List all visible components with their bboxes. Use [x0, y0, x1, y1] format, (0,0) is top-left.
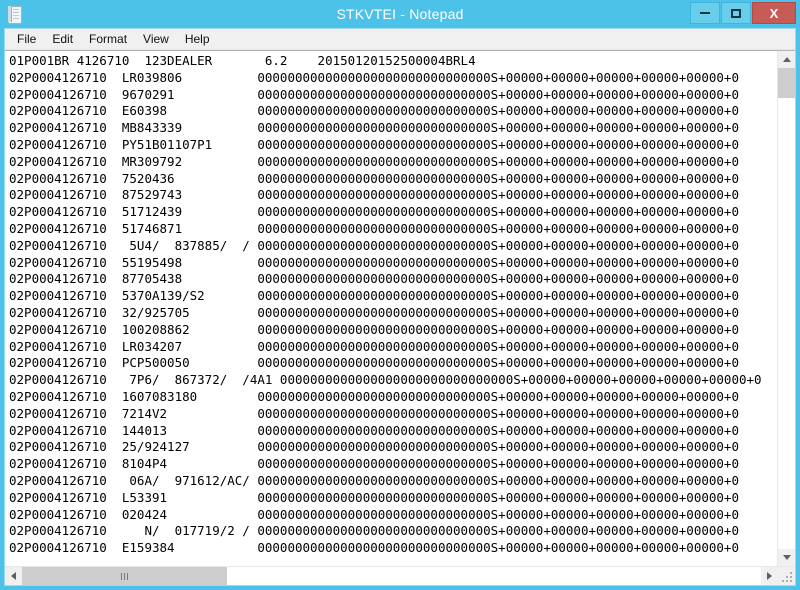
text-line: 02P0004126710 100208862 0000000000000000… [9, 322, 777, 339]
notepad-icon [7, 6, 23, 24]
text-line: 02P0004126710 E159384 000000000000000000… [9, 540, 777, 557]
scroll-down-button[interactable] [778, 549, 795, 566]
minimize-button[interactable] [690, 2, 720, 24]
text-line: 02P0004126710 LR034207 00000000000000000… [9, 339, 777, 356]
scroll-thumb-grip-icon [121, 573, 128, 580]
text-line: 02P0004126710 PY51B01107P1 0000000000000… [9, 137, 777, 154]
title-bar[interactable]: STKVTEI - Notepad X [0, 0, 800, 28]
text-line: 02P0004126710 06A/ 971612/AC/ 0000000000… [9, 473, 777, 490]
text-line: 02P0004126710 5370A139/S2 00000000000000… [9, 288, 777, 305]
maximize-icon [731, 9, 741, 18]
vertical-scroll-track[interactable] [778, 68, 795, 549]
text-line: 02P0004126710 55195498 00000000000000000… [9, 255, 777, 272]
scroll-right-arrow-icon [767, 572, 772, 580]
scroll-up-arrow-icon [783, 57, 791, 62]
menu-item-file[interactable]: File [9, 30, 44, 49]
text-line: 02P0004126710 PCP500050 0000000000000000… [9, 355, 777, 372]
text-line: 02P0004126710 7214V2 0000000000000000000… [9, 406, 777, 423]
text-line: 02P0004126710 144013 0000000000000000000… [9, 423, 777, 440]
window-controls: X [689, 2, 796, 24]
menu-item-view[interactable]: View [135, 30, 177, 49]
scroll-down-arrow-icon [783, 555, 791, 560]
maximize-button[interactable] [721, 2, 751, 24]
vertical-scroll-thumb[interactable] [778, 68, 795, 98]
text-line: 02P0004126710 51712439 00000000000000000… [9, 204, 777, 221]
text-editor[interactable]: 01P001BR 4126710 123DEALER 6.2 201501201… [5, 51, 777, 566]
menu-item-help[interactable]: Help [177, 30, 218, 49]
close-icon: X [770, 6, 779, 21]
text-line: 02P0004126710 7P6/ 867372/ /4A1 00000000… [9, 372, 777, 389]
horizontal-scroll-thumb[interactable] [22, 567, 227, 585]
horizontal-scroll-track[interactable] [22, 567, 761, 585]
scroll-right-button[interactable] [761, 567, 778, 585]
text-line: 02P0004126710 87529743 00000000000000000… [9, 187, 777, 204]
menu-item-edit[interactable]: Edit [44, 30, 81, 49]
text-line: 02P0004126710 9670291 000000000000000000… [9, 87, 777, 104]
text-line: 02P0004126710 E60398 0000000000000000000… [9, 103, 777, 120]
text-line: 02P0004126710 32/925705 0000000000000000… [9, 305, 777, 322]
resize-grip-icon[interactable] [778, 567, 795, 585]
close-button[interactable]: X [752, 2, 796, 24]
notepad-window: STKVTEI - Notepad X File Edit Format Vie… [0, 0, 800, 590]
scroll-left-button[interactable] [5, 567, 22, 585]
text-line: 02P0004126710 LR039806 00000000000000000… [9, 70, 777, 87]
scroll-up-button[interactable] [778, 51, 795, 68]
window-title: STKVTEI - Notepad [0, 0, 800, 28]
client-area: File Edit Format View Help 01P001BR 4126… [4, 28, 796, 586]
text-line: 02P0004126710 87705438 00000000000000000… [9, 271, 777, 288]
text-line: 02P0004126710 MB843339 00000000000000000… [9, 120, 777, 137]
text-line: 02P0004126710 N/ 017719/2 / 000000000000… [9, 523, 777, 540]
vertical-scrollbar[interactable] [777, 51, 795, 566]
text-line: 02P0004126710 7520436 000000000000000000… [9, 171, 777, 188]
text-line: 02P0004126710 L53391 0000000000000000000… [9, 490, 777, 507]
menu-bar: File Edit Format View Help [5, 29, 795, 50]
minimize-icon [700, 12, 710, 14]
scroll-left-arrow-icon [11, 572, 16, 580]
menu-item-format[interactable]: Format [81, 30, 135, 49]
editor-row: 01P001BR 4126710 123DEALER 6.2 201501201… [5, 50, 795, 566]
text-line: 02P0004126710 8104P4 0000000000000000000… [9, 456, 777, 473]
text-line: 02P0004126710 51746871 00000000000000000… [9, 221, 777, 238]
text-line: 02P0004126710 5U4/ 837885/ / 00000000000… [9, 238, 777, 255]
text-line: 02P0004126710 1607083180 000000000000000… [9, 389, 777, 406]
text-line: 01P001BR 4126710 123DEALER 6.2 201501201… [9, 53, 777, 70]
text-line: 02P0004126710 MR309792 00000000000000000… [9, 154, 777, 171]
text-line: 02P0004126710 25/924127 0000000000000000… [9, 439, 777, 456]
horizontal-scrollbar[interactable] [5, 566, 795, 585]
text-line: 02P0004126710 020424 0000000000000000000… [9, 507, 777, 524]
